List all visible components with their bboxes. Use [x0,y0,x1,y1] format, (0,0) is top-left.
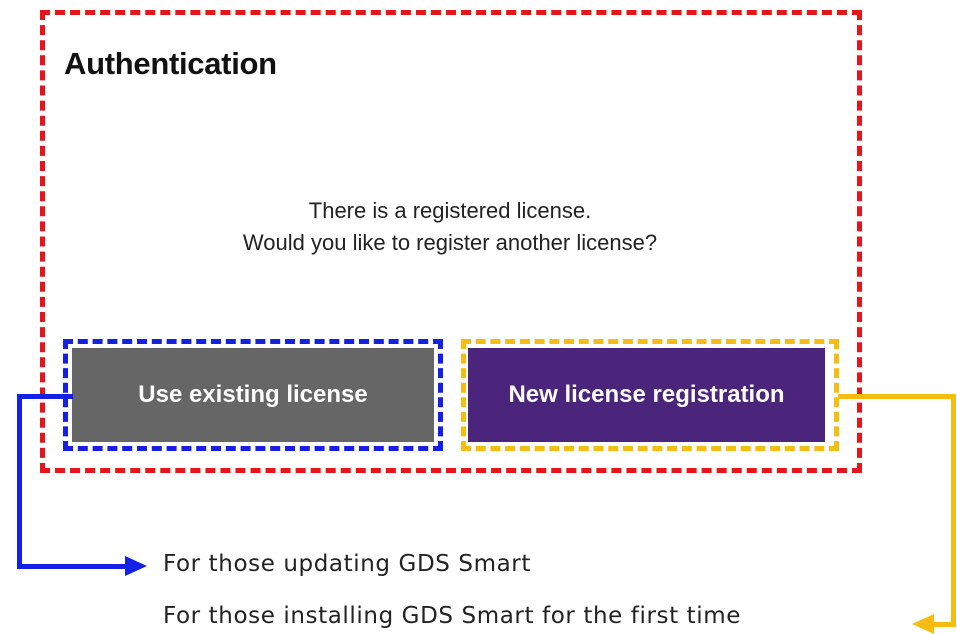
blue-arrow-right-icon [125,556,147,576]
use-existing-license-button[interactable]: Use existing license [72,348,434,442]
dialog-message-line-2: Would you like to register another licen… [242,230,658,255]
dialog-message-line-1: There is a registered license. [308,198,592,223]
yellow-connector-top [838,394,956,399]
blue-connector-bottom [17,564,127,569]
yellow-arrow-left-icon [912,614,934,634]
blue-connector-vertical [17,394,22,569]
dialog-title: Authentication [64,46,277,81]
blue-connector-top [17,394,73,399]
new-license-registration-button[interactable]: New license registration [468,348,825,442]
yellow-connector-bottom [932,622,956,627]
existing-license-caption: For those updating GDS Smart [163,551,531,577]
new-license-caption: For those installing GDS Smart for the f… [163,603,742,629]
yellow-connector-vertical [951,394,956,627]
